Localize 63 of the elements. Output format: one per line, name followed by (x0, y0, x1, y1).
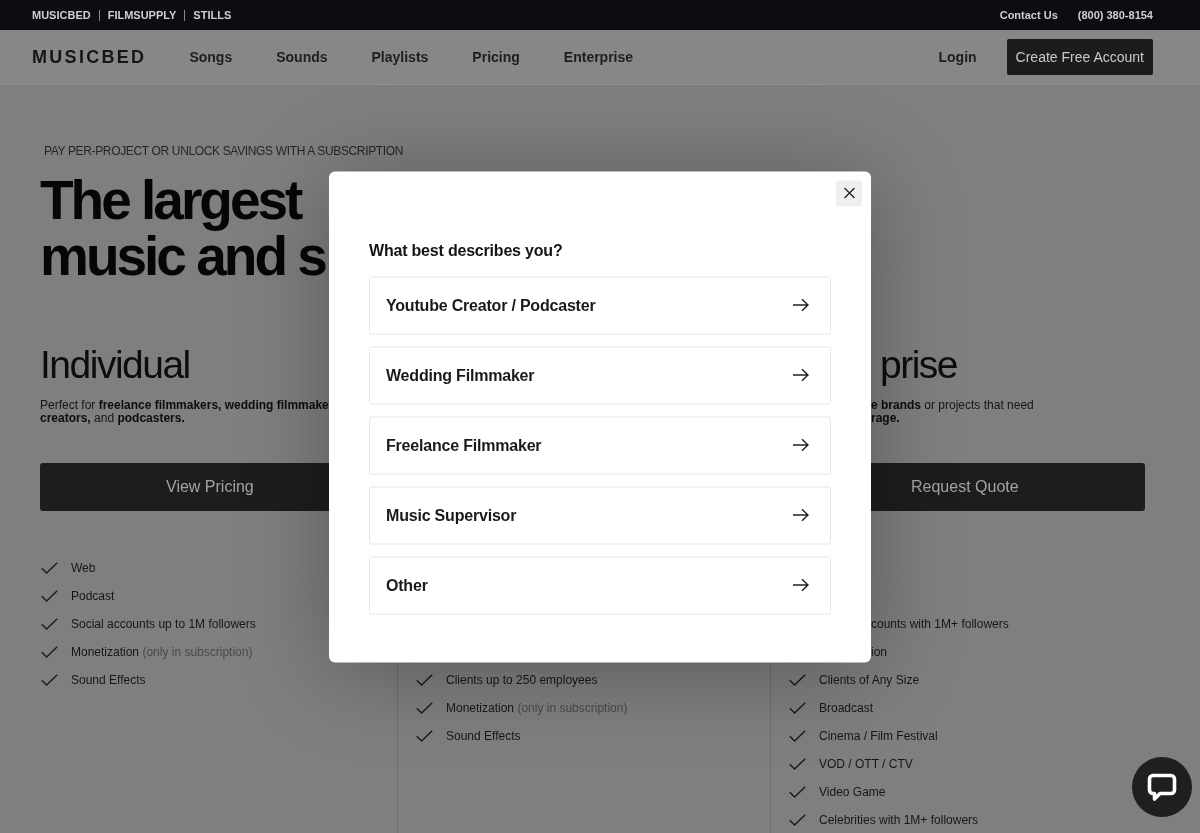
check-icon (41, 646, 58, 658)
top-bar-link[interactable]: FILMSUPPLY (107, 9, 177, 21)
login-link[interactable]: Login (938, 49, 977, 65)
check-icon (41, 674, 58, 686)
hero-heading: The largest music and s (40, 172, 325, 284)
chat-bubble-icon (1147, 772, 1177, 802)
nav-link[interactable]: Enterprise (563, 49, 634, 65)
arrow-right-icon (793, 508, 809, 522)
option-button[interactable]: Youtube Creator / Podcaster (369, 276, 831, 334)
option-button[interactable]: Wedding Filmmaker (369, 346, 831, 404)
eyebrow-text: PAY PER-PROJECT OR UNLOCK SAVINGS WITH A SUBSCRIPTION (44, 144, 404, 158)
modal-question: What best describes you? (369, 240, 564, 260)
feature-text: Sound Effects (446, 729, 521, 743)
option-button[interactable]: Other (369, 556, 831, 614)
arrow-right-icon (793, 578, 809, 592)
feature-text: Video Game (819, 785, 886, 799)
plan-description: e brands or projects that need rage. (871, 399, 1034, 425)
check-icon (789, 702, 806, 714)
plan-button[interactable]: Request Quote (871, 463, 1145, 511)
close-icon (843, 187, 855, 199)
check-icon (789, 786, 806, 798)
nav-link[interactable]: Sounds (276, 49, 328, 65)
arrow-right-icon (793, 298, 809, 312)
check-icon (789, 814, 806, 826)
check-icon (416, 730, 433, 742)
feature-text: Broadcast (819, 701, 874, 715)
top-bar-link[interactable]: STILLS (193, 9, 232, 21)
feature-text: VOD / OTT / CTV (819, 757, 913, 771)
option-button[interactable]: Music Supervisor (369, 486, 831, 544)
arrow-right-icon (793, 368, 809, 382)
check-icon (41, 562, 58, 574)
feature-text: Clients of Any Size (819, 673, 920, 687)
phone-link[interactable]: (800) 380-8154 (1077, 9, 1153, 21)
nav-link[interactable]: Songs (189, 49, 233, 65)
feature-text: Cinema / Film Festival (819, 729, 938, 743)
plan-title: prise (880, 345, 958, 384)
feature-text: Social accounts up to 1M followers (71, 617, 256, 631)
plan-button[interactable]: View Pricing (40, 463, 329, 511)
check-icon (789, 674, 806, 686)
close-button[interactable] (836, 180, 862, 206)
create-account-button[interactable]: Create Free Account (1006, 39, 1153, 75)
option-button[interactable]: Freelance Filmmaker (369, 416, 831, 474)
check-icon (789, 758, 806, 770)
arrow-right-icon (793, 438, 809, 452)
check-icon (41, 618, 58, 630)
contact-link[interactable]: Contact Us (999, 9, 1058, 21)
logo[interactable]: MUSICBED (32, 46, 147, 68)
check-icon (416, 702, 433, 714)
nav-link[interactable]: Playlists (371, 49, 429, 65)
feature-text: Web (71, 561, 96, 575)
feature-text: Podcast (71, 589, 115, 603)
feature-text: ion (871, 645, 887, 659)
feature-text: Sound Effects (71, 673, 146, 687)
feature-text: counts with 1M+ followers (871, 617, 1009, 631)
feature-text: Celebrities with 1M+ followers (819, 813, 979, 827)
plan-description: Perfect for freelance filmmakers, wedding filmmake creators, and podcasters. (40, 399, 329, 425)
plan-title: Individual (40, 345, 190, 384)
check-icon (416, 674, 433, 686)
check-icon (41, 590, 58, 602)
nav-link[interactable]: Pricing (472, 49, 520, 65)
top-bar-link[interactable]: MUSICBED (32, 9, 91, 21)
feature-text: Clients up to 250 employees (446, 673, 598, 687)
check-icon (789, 730, 806, 742)
